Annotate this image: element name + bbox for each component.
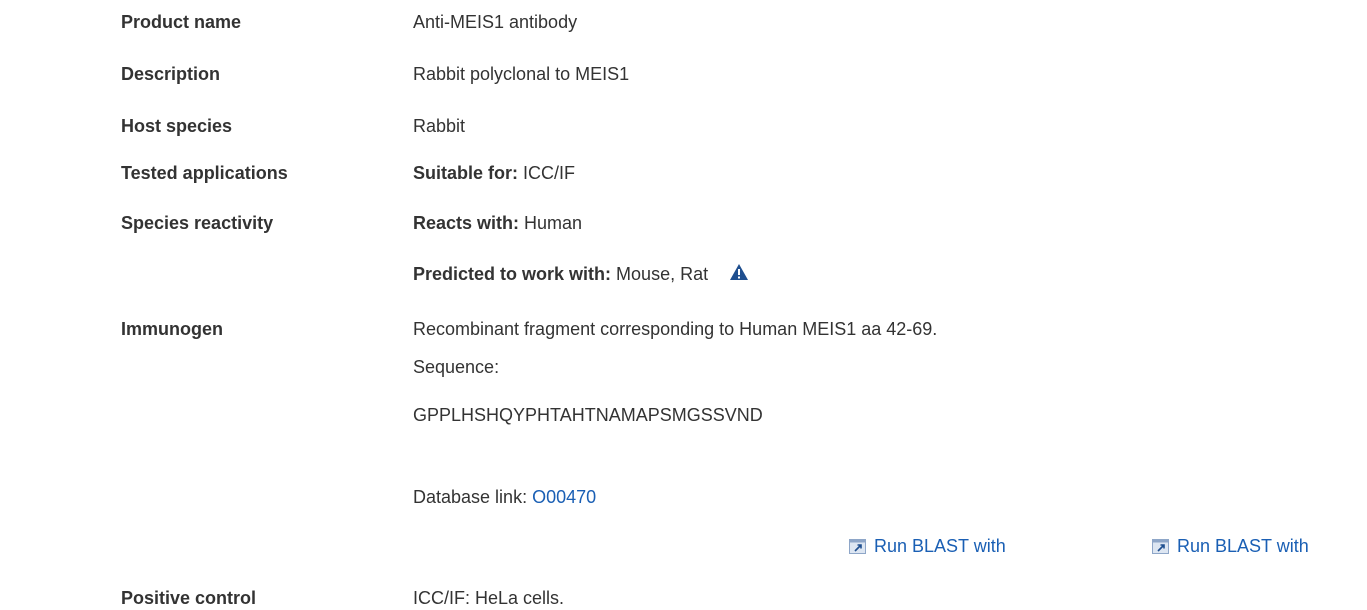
run-blast-link-1[interactable]: Run BLAST with (849, 536, 1006, 559)
suitable-for-value: ICC/IF (523, 163, 576, 183)
database-link-prefix: Database link: (413, 487, 528, 507)
sequence-value: GPPLHSHQYPHTAHTNAMAPSMGSSVND (413, 405, 763, 425)
description-value: Rabbit polyclonal to MEIS1 (413, 64, 630, 84)
product-name-label: Product name (121, 12, 242, 32)
warning-triangle-icon[interactable] (729, 263, 749, 286)
database-link[interactable]: O00470 (532, 487, 596, 507)
product-name-value: Anti-MEIS1 antibody (413, 12, 578, 32)
reacts-with-value: Reacts with: Human (413, 213, 582, 234)
run-blast-link-2[interactable]: Run BLAST with (1152, 536, 1309, 559)
predicted-prefix: Predicted to work with: (413, 264, 612, 284)
external-link-icon (849, 538, 866, 559)
tested-applications-label: Tested applications (121, 163, 288, 183)
predicted-value: Predicted to work with: Mouse, Rat (413, 263, 749, 286)
predicted-species: Mouse, Rat (616, 264, 709, 284)
description-label: Description (121, 64, 221, 84)
run-blast-label-2: Run BLAST with (1177, 536, 1309, 556)
host-species-value: Rabbit (413, 116, 466, 136)
external-link-icon (1152, 538, 1169, 559)
reacts-with-species: Human (524, 213, 583, 233)
suitable-for-prefix: Suitable for: (413, 163, 519, 183)
positive-control-value: ICC/IF: HeLa cells. (413, 588, 565, 608)
run-blast-label-1: Run BLAST with (874, 536, 1006, 556)
database-link-text: Database link: O00470 (413, 487, 596, 508)
host-species-label: Host species (121, 116, 233, 136)
immunogen-label: Immunogen (121, 319, 223, 339)
tested-applications-value: Suitable for: ICC/IF (413, 163, 575, 184)
immunogen-description: Recombinant fragment corresponding to Hu… (413, 319, 938, 339)
species-reactivity-label: Species reactivity (121, 213, 274, 233)
sequence-heading: Sequence: (413, 357, 500, 377)
reacts-with-prefix: Reacts with: (413, 213, 520, 233)
positive-control-label: Positive control (121, 588, 257, 608)
